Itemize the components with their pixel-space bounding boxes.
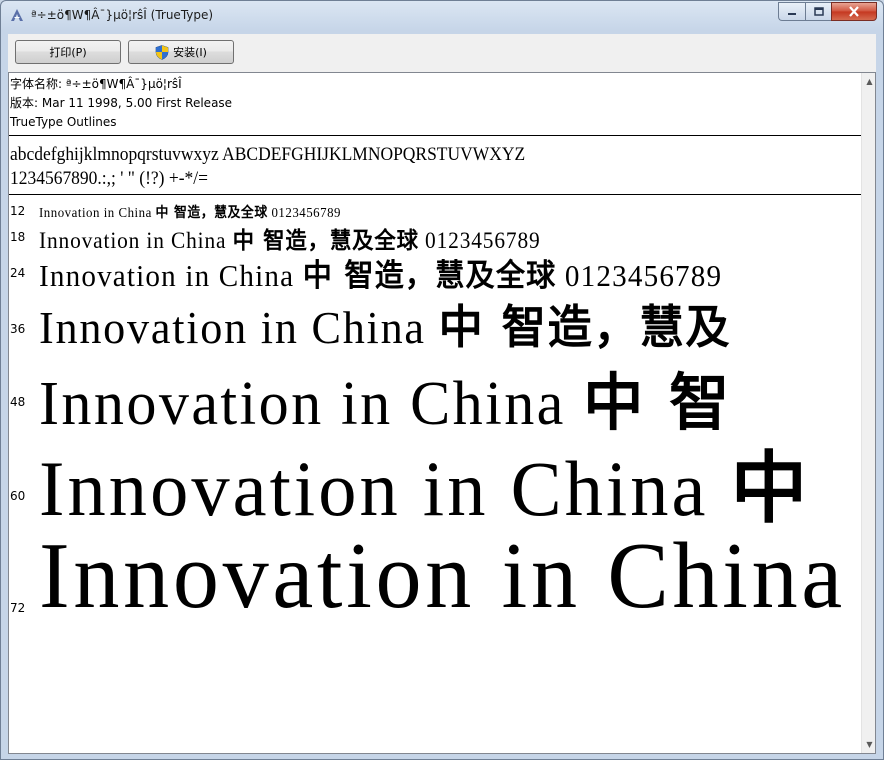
sample-text: Innovation in China 中 智造，慧及全球 0123456789 [39, 202, 341, 222]
font-outline-type-text: TrueType Outlines [10, 115, 117, 129]
sample-latin-text: Innovation in China [39, 206, 156, 221]
font-preview-pane[interactable]: 字体名称: ª÷±ö¶W¶Â¯}µö¦rŝÎ 版本: Mar 11 1998, … [8, 72, 876, 754]
sample-text: Innovation in China 中 智造，慧及全球 0123456789 [39, 250, 722, 295]
maximize-button[interactable] [805, 2, 831, 21]
scroll-up-arrow-icon[interactable]: ▲ [862, 73, 875, 90]
maximize-icon [813, 7, 824, 16]
sample-size-label: 72 [10, 601, 26, 615]
uac-shield-icon [155, 44, 169, 60]
install-button-label: 安装(I) [173, 46, 207, 59]
sample-latin-text: Innovation in China [39, 302, 439, 353]
font-viewer-app-icon [11, 9, 23, 21]
sample-digits-text: 0123456789 [556, 258, 723, 293]
install-button[interactable]: 安装(I) [128, 40, 234, 64]
sample-latin-text: Innovation in China [39, 258, 303, 293]
sample-cjk-text: 中 智造，慧及 [438, 300, 732, 354]
minimize-button[interactable] [778, 2, 805, 21]
font-name-text: 字体名称: ª÷±ö¶W¶Â¯}µö¦rŝÎ [10, 77, 182, 91]
print-button-label: 打印(P) [49, 46, 87, 59]
close-icon [849, 6, 859, 17]
window-title: ª÷±ö¶W¶Â¯}µö¦rŝÎ (TrueType) [31, 8, 214, 22]
sample-size-label: 48 [10, 395, 26, 409]
close-button[interactable] [831, 2, 877, 21]
scroll-down-arrow-icon[interactable]: ▼ [862, 736, 875, 753]
toolbar: 打印(P) 安装(I) [8, 34, 876, 72]
character-set-sample: abcdefghijklmnopqrstuvwxyz ABCDEFGHIJKLM… [10, 143, 525, 191]
sample-latin-text: Innovation in China [39, 524, 846, 628]
sample-size-label: 18 [10, 230, 26, 244]
sample-size-label: 24 [10, 266, 26, 280]
sample-size-label: 12 [10, 204, 26, 218]
sample-digits-text: 0123456789 [267, 206, 342, 221]
sample-cjk-text: 中 智造，慧及全球 [302, 258, 557, 294]
sample-size-label: 36 [10, 322, 26, 336]
charset-digits-symbols: 1234567890.:,; ' " (!?) +-*/= [10, 168, 208, 189]
title-bar[interactable]: ª÷±ö¶W¶Â¯}µö¦rŝÎ (TrueType) [1, 1, 883, 31]
sample-text: Innovation in China [39, 521, 846, 630]
divider [9, 135, 861, 136]
sample-text: Innovation in China 中 智造，慧及 [39, 291, 731, 357]
font-viewer-window: ª÷±ö¶W¶Â¯}µö¦rŝÎ (TrueType) 打印(P) 安装(I) … [0, 0, 884, 760]
divider [9, 194, 861, 195]
charset-letters: abcdefghijklmnopqrstuvwxyz ABCDEFGHIJKLM… [10, 144, 526, 165]
print-button[interactable]: 打印(P) [15, 40, 121, 64]
font-version-text: 版本: Mar 11 1998, 5.00 First Release [10, 96, 233, 110]
minimize-icon [788, 12, 796, 15]
sample-cjk-text: 中 智造，慧及全球 [155, 205, 268, 221]
vertical-scrollbar[interactable]: ▲ ▼ [861, 73, 875, 753]
sample-size-label: 60 [10, 489, 26, 503]
sample-latin-text: Innovation in China [39, 445, 731, 532]
font-info: 字体名称: ª÷±ö¶W¶Â¯}µö¦rŝÎ 版本: Mar 11 1998, … [10, 75, 232, 132]
